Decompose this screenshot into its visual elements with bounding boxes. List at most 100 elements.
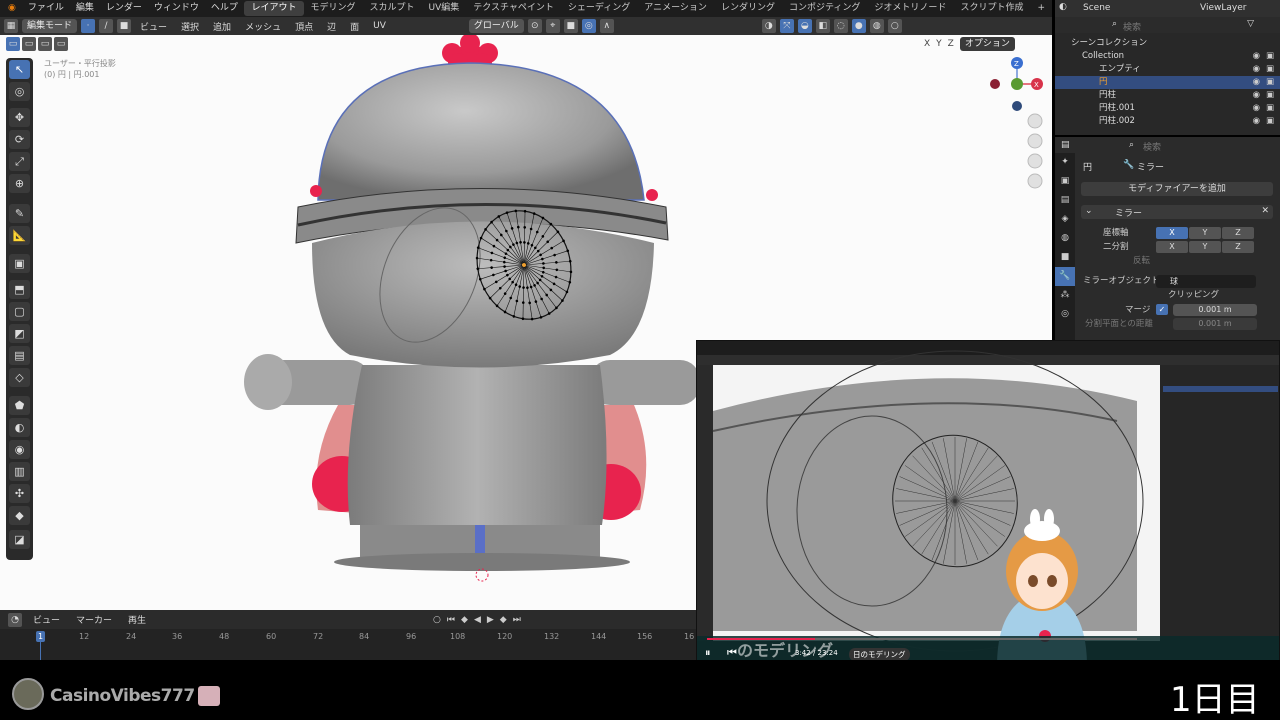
poly-build-icon[interactable]: ⬟ xyxy=(9,396,30,415)
tab-texture-paint[interactable]: テクスチャペイント xyxy=(466,1,561,16)
add-modifier-button[interactable]: モディファイアーを追加 xyxy=(1081,182,1273,196)
loop-cut-icon[interactable]: ▤ xyxy=(9,346,30,365)
wireframe-shading-icon[interactable]: ◌ xyxy=(833,19,848,33)
merge-distance-field[interactable]: 0.001 m xyxy=(1173,304,1257,316)
properties-editor-icon[interactable]: ▤ xyxy=(1061,140,1070,150)
scale-icon[interactable]: ⤢ xyxy=(9,152,30,171)
rip-region-icon[interactable]: ◪ xyxy=(9,530,30,549)
menu-edit[interactable]: 編集 xyxy=(70,0,100,17)
mirror-object-field[interactable]: 球 xyxy=(1156,275,1256,288)
bisect-z-toggle[interactable]: Z xyxy=(1222,241,1254,253)
inset-icon[interactable]: ▢ xyxy=(9,302,30,321)
edge-slide-icon[interactable]: ▥ xyxy=(9,462,30,481)
render-tab-icon[interactable]: ▣ xyxy=(1055,172,1075,191)
overlay-icon[interactable]: ◒ xyxy=(797,19,812,33)
add-cube-icon[interactable]: ▣ xyxy=(9,254,30,273)
eye-icon[interactable]: ◉ xyxy=(1253,102,1260,115)
knife-icon[interactable]: ◇ xyxy=(9,368,30,387)
add-workspace-button[interactable]: + xyxy=(1030,1,1052,16)
options-dropdown[interactable]: オプション xyxy=(959,37,1015,51)
menu-face[interactable]: 面 xyxy=(345,20,364,33)
rendered-shading-icon[interactable]: ○ xyxy=(887,19,902,33)
tab-shading[interactable]: シェーディング xyxy=(561,1,637,16)
scene-name[interactable]: Scene xyxy=(1083,3,1110,13)
close-icon[interactable]: ✕ xyxy=(1261,206,1269,216)
modifier-name-field[interactable]: ミラー xyxy=(1115,206,1142,219)
bevel-icon[interactable]: ◩ xyxy=(9,324,30,343)
camera-icon[interactable]: ▣ xyxy=(1266,115,1274,128)
tab-scripting[interactable]: スクリプト作成 xyxy=(953,1,1030,16)
record-icon[interactable]: ○ xyxy=(433,615,441,625)
menu-window[interactable]: ウィンドウ xyxy=(148,0,205,17)
gizmo-icon[interactable]: ⤧ xyxy=(779,19,794,33)
tab-uv-editing[interactable]: UV編集 xyxy=(422,1,467,16)
menu-file[interactable]: ファイル xyxy=(22,0,70,17)
tab-compositing[interactable]: コンポジティング xyxy=(782,1,867,16)
modifier-tab-icon[interactable]: 🔧 xyxy=(1055,267,1075,286)
material-shading-icon[interactable]: ◍ xyxy=(869,19,884,33)
mode-dropdown[interactable]: 編集モード xyxy=(22,19,78,33)
collapse-chevron-icon[interactable]: ⌄ xyxy=(1085,206,1093,216)
rotate-icon[interactable]: ⟳ xyxy=(9,130,30,149)
timeline-playback-menu[interactable]: 再生 xyxy=(123,613,151,626)
camera-icon[interactable]: ▣ xyxy=(1266,102,1274,115)
scene-icon[interactable]: ◐ xyxy=(1059,2,1067,12)
solid-shading-icon[interactable]: ● xyxy=(851,19,866,33)
shear-icon[interactable]: ◆ xyxy=(9,506,30,525)
cursor-icon[interactable]: ◎ xyxy=(9,82,30,101)
play-icon[interactable]: ▶ xyxy=(487,615,494,625)
world-tab-icon[interactable]: ◍ xyxy=(1055,229,1075,248)
xray-icon[interactable]: ◧ xyxy=(815,19,830,33)
select-new-icon[interactable]: ▭ xyxy=(6,37,20,51)
filter-icon[interactable]: ▽ xyxy=(1247,19,1254,29)
camera-icon[interactable]: ▣ xyxy=(1266,76,1274,89)
menu-mesh[interactable]: メッシュ xyxy=(240,20,286,33)
jump-start-icon[interactable]: ⏮ xyxy=(447,615,455,625)
measure-icon[interactable]: 📐 xyxy=(9,226,30,245)
outliner-row-empty[interactable]: エンプティ ◉ ▣ xyxy=(1055,63,1280,76)
pivot-icon[interactable]: ⊙ xyxy=(527,19,542,33)
pause-icon[interactable]: ⏸ xyxy=(705,646,711,660)
scene-collection-row[interactable]: シーンコレクション xyxy=(1055,37,1280,50)
camera-icon[interactable]: ▣ xyxy=(1266,63,1274,76)
outliner-row-cylinder-001[interactable]: 円柱.001 ◉ ▣ xyxy=(1055,102,1280,115)
tab-animation[interactable]: アニメーション xyxy=(637,1,714,16)
prev-key-icon[interactable]: ◆ xyxy=(461,615,468,625)
eye-icon[interactable]: ◉ xyxy=(1253,76,1260,89)
properties-search[interactable]: 検索 xyxy=(1143,140,1161,153)
tab-geometry-nodes[interactable]: ジオメトリノード xyxy=(867,1,953,16)
tool-tab-icon[interactable]: ✦ xyxy=(1055,153,1075,172)
tab-modeling[interactable]: モデリング xyxy=(304,1,363,16)
outliner-row-cylinder[interactable]: 円柱 ◉ ▣ xyxy=(1055,89,1280,102)
next-key-icon[interactable]: ◆ xyxy=(500,615,507,625)
particles-tab-icon[interactable]: ⁂ xyxy=(1055,286,1075,305)
smooth-icon[interactable]: ◉ xyxy=(9,440,30,459)
object-tab-icon[interactable]: ■ xyxy=(1055,248,1075,267)
tab-layout[interactable]: レイアウト xyxy=(244,1,304,16)
bisect-x-toggle[interactable]: X xyxy=(1156,241,1188,253)
menu-render[interactable]: レンダー xyxy=(100,0,148,17)
mirror-axis-y-toggle[interactable]: Y xyxy=(1189,227,1221,239)
playhead[interactable]: 1 xyxy=(36,631,45,642)
select-extend-icon[interactable]: ▭ xyxy=(22,37,36,51)
view-layer-name[interactable]: ViewLayer xyxy=(1200,3,1246,13)
collection-row[interactable]: Collection ◉ ▣ xyxy=(1055,50,1280,63)
mirror-axis-z-toggle[interactable]: Z xyxy=(1222,227,1254,239)
jump-end-icon[interactable]: ⏭ xyxy=(513,615,521,625)
visibility-icon[interactable]: ◑ xyxy=(761,19,776,33)
menu-help[interactable]: ヘルプ xyxy=(205,0,244,17)
proportional-editing-icon[interactable]: ◎ xyxy=(581,19,596,33)
move-icon[interactable]: ✥ xyxy=(9,108,30,127)
axis-y[interactable]: Y xyxy=(936,39,942,49)
select-subtract-icon[interactable]: ▭ xyxy=(38,37,52,51)
menu-view[interactable]: ビュー xyxy=(135,20,172,33)
face-select-icon[interactable]: ■ xyxy=(117,19,132,33)
eye-icon[interactable]: ◉ xyxy=(1253,89,1260,102)
annotate-icon[interactable]: ✎ xyxy=(9,204,30,223)
tab-sculpt[interactable]: スカルプト xyxy=(363,1,422,16)
bisect-y-toggle[interactable]: Y xyxy=(1189,241,1221,253)
outliner-row-cylinder-002[interactable]: 円柱.002 ◉ ▣ xyxy=(1055,115,1280,128)
eye-icon[interactable]: ◉ xyxy=(1253,115,1260,128)
outliner-row-circle[interactable]: 円 ◉ ▣ xyxy=(1055,76,1280,89)
extrude-icon[interactable]: ⬒ xyxy=(9,280,30,299)
